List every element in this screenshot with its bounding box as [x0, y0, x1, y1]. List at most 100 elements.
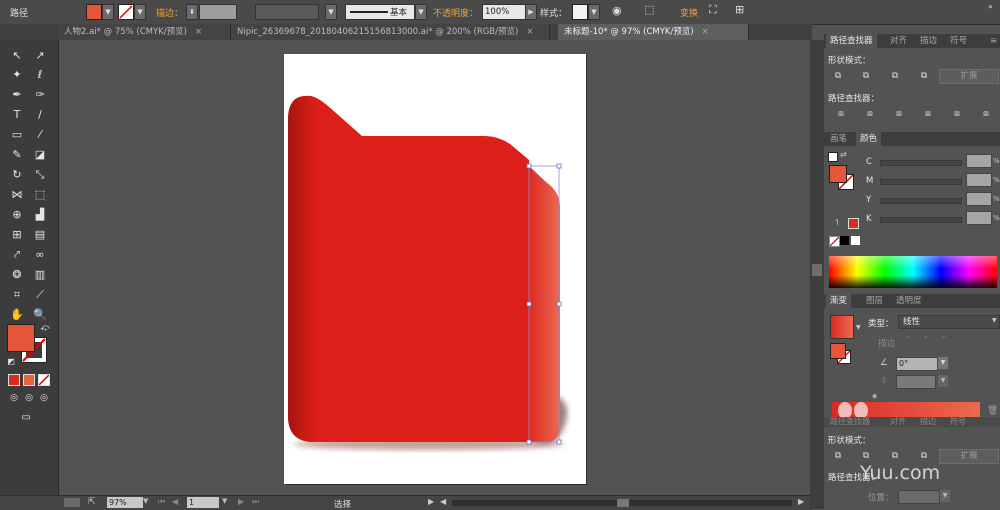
pencil-tool-icon[interactable]: ✎	[8, 147, 26, 163]
intersect-icon[interactable]: ⧉	[889, 451, 901, 462]
angle-field[interactable]: 0°	[896, 357, 938, 371]
artboard-tool-icon[interactable]: ⌗	[8, 287, 26, 303]
midpoint-diamond-icon[interactable]: ◆	[872, 392, 877, 400]
isolate-icon[interactable]: ⛶	[709, 3, 717, 17]
symbol-sprayer-icon[interactable]: ❂	[8, 267, 26, 283]
scroll-thumb[interactable]	[617, 499, 629, 507]
brush-style-arrow[interactable]: ▼	[415, 4, 427, 20]
zoom-field[interactable]: 97%	[107, 497, 143, 508]
mesh-tool-icon[interactable]: ⊞	[8, 227, 26, 243]
vertical-scrollbar[interactable]	[810, 40, 824, 509]
next-artboard-icon[interactable]: ▶	[238, 497, 244, 506]
out-of-gamut-icon[interactable]: ↿	[834, 218, 841, 227]
default-colors-icon[interactable]: ◩	[2, 354, 20, 370]
swap-colors-icon[interactable]: ⤽	[36, 320, 54, 336]
artboard-dropdown-icon[interactable]: ▼	[222, 497, 227, 505]
color-spectrum[interactable]	[829, 256, 997, 288]
transform-link[interactable]: 变换	[680, 6, 698, 19]
mini-fill-icon[interactable]	[828, 152, 838, 162]
tab-layers[interactable]: 图层	[862, 294, 887, 308]
slice-tool-icon[interactable]: ⟋	[31, 287, 49, 303]
gradient-mode-button[interactable]	[23, 374, 35, 386]
type-tool-icon[interactable]: T	[8, 107, 26, 123]
tab-close-icon[interactable]: ×	[195, 27, 202, 37]
hscroll-left-arrow[interactable]: ◀	[440, 497, 446, 506]
black-swatch[interactable]	[840, 236, 849, 245]
line-tool-icon[interactable]: /	[31, 107, 49, 123]
trim-icon[interactable]: ⧈	[864, 109, 876, 120]
stroke-label[interactable]: 描边：	[156, 6, 183, 19]
fill-color-front[interactable]	[7, 324, 35, 352]
tab-symbols[interactable]: 符号	[946, 34, 971, 48]
horizontal-scrollbar[interactable]	[452, 499, 792, 507]
black-value[interactable]	[966, 211, 992, 225]
tab-symbols-2[interactable]: 符号	[946, 417, 970, 427]
panel-menu-icon[interactable]: ≡	[986, 34, 1000, 48]
direct-selection-tool-icon[interactable]: ↗	[31, 48, 49, 64]
delete-stop-icon[interactable]: 🗑	[987, 406, 998, 416]
swap-icon[interactable]: ⇄	[840, 150, 847, 159]
tab-stroke-2[interactable]: 描边	[916, 417, 940, 427]
width-tool-icon[interactable]: ⋈	[8, 187, 26, 203]
white-swatch[interactable]	[851, 236, 860, 245]
tab-close-icon[interactable]: ×	[702, 27, 709, 37]
tab-gradient[interactable]: 渐变	[826, 294, 852, 308]
rotate-tool-icon[interactable]: ↻	[8, 167, 26, 183]
expand-button-2[interactable]: 扩展	[939, 449, 999, 464]
recolor-icon[interactable]: ◉	[612, 4, 622, 17]
tab-close-icon[interactable]: ×	[526, 27, 533, 37]
magenta-value[interactable]	[966, 173, 992, 187]
artboard[interactable]	[284, 54, 586, 484]
tab-document-2[interactable]: Nipic_26369678_20180406215156813000.ai* …	[231, 24, 550, 40]
yellow-slider[interactable]	[880, 198, 962, 204]
curvature-tool-icon[interactable]: ✑	[31, 87, 49, 103]
warp-icon[interactable]: ⊞	[735, 3, 744, 16]
tab-pathfinder-2[interactable]: 路径查找器	[826, 417, 874, 427]
free-transform-icon[interactable]: ⬚	[31, 187, 49, 203]
intersect-icon[interactable]: ⧉	[889, 71, 901, 82]
minus-front-icon[interactable]: ⧉	[860, 71, 872, 82]
color-panel-fill[interactable]	[829, 165, 847, 183]
outline-icon[interactable]: ⧈	[951, 109, 963, 120]
tab-pathfinder[interactable]: 路径查找器	[826, 34, 877, 48]
angle-dropdown[interactable]: ▼	[938, 357, 948, 369]
align-icon[interactable]: ⬚	[644, 3, 654, 16]
lasso-icon[interactable]: ℓ	[31, 67, 49, 83]
opacity-label[interactable]: 不透明度：	[433, 6, 478, 19]
tab-align[interactable]: 对齐	[886, 34, 911, 48]
magic-wand-icon[interactable]: ✦	[8, 67, 26, 83]
brush-style-dropdown[interactable]: 基本	[345, 4, 415, 20]
cyan-value[interactable]	[966, 154, 992, 168]
fill-dropdown[interactable]: ▼	[102, 4, 114, 20]
hscroll-right-arrow[interactable]: ▶	[798, 497, 804, 506]
black-slider[interactable]	[880, 217, 962, 223]
unite-icon[interactable]: ⧉	[832, 71, 844, 82]
stroke-weight-field[interactable]	[199, 4, 237, 20]
artboard-field[interactable]: 1	[187, 497, 219, 508]
magenta-slider[interactable]	[880, 179, 962, 185]
hand-tool-icon[interactable]: ✋	[8, 307, 26, 323]
zoom-dropdown-icon[interactable]: ▼	[143, 497, 148, 505]
stroke-swatch[interactable]	[118, 4, 134, 20]
unite-icon[interactable]: ⧉	[832, 451, 844, 462]
scroll-thumb[interactable]	[812, 264, 822, 276]
yellow-value[interactable]	[966, 192, 992, 206]
eyedropper-icon[interactable]: ⤤	[8, 247, 26, 263]
gradient-fill-box[interactable]	[830, 343, 846, 359]
exclude-icon[interactable]: ⧉	[918, 71, 930, 82]
scale-tool-icon[interactable]: ⤡	[31, 167, 49, 183]
rectangle-tool-icon[interactable]: ▭	[8, 127, 26, 143]
aspect-ratio-field[interactable]	[896, 375, 936, 389]
none-mode-button[interactable]	[38, 374, 50, 386]
gradient-preview-swatch[interactable]	[830, 315, 854, 339]
artboard-nav-icon[interactable]	[64, 498, 80, 507]
stroke-along-icon[interactable]: ⌜	[920, 336, 932, 347]
tab-align-2[interactable]: 对齐	[886, 417, 910, 427]
tab-stroke[interactable]: 描边	[916, 34, 941, 48]
last-artboard-icon[interactable]: ⏭	[252, 497, 259, 507]
cyan-slider[interactable]	[880, 160, 962, 166]
merge-icon[interactable]: ⧈	[893, 109, 905, 120]
position-field[interactable]	[898, 490, 940, 504]
pen-tool-icon[interactable]: ✒	[8, 87, 26, 103]
divide-icon[interactable]: ⧈	[835, 109, 847, 120]
